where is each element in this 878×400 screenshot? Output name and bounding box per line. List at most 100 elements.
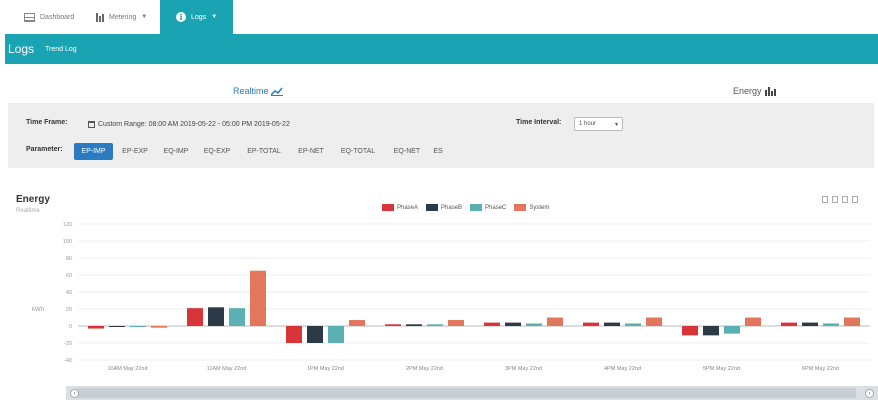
bar xyxy=(682,326,698,336)
bar-chart-icon xyxy=(764,86,776,96)
param-ep-imp[interactable]: EP-IMP xyxy=(74,143,113,160)
scroll-right-handle[interactable]: › xyxy=(865,389,874,398)
realtime-tab[interactable]: Realtime xyxy=(233,86,283,96)
energy-tab[interactable]: Energy xyxy=(733,86,776,96)
bar xyxy=(427,324,443,326)
y-tick-label: 120 xyxy=(63,222,72,228)
x-tick-label: 1PM May 22nd xyxy=(307,366,344,372)
legend-swatch xyxy=(514,204,527,211)
bar xyxy=(781,322,797,326)
legend-label: PhaseC xyxy=(485,204,507,211)
x-tick-label: 5PM May 22nd xyxy=(703,366,740,372)
bar xyxy=(844,317,860,326)
y-tick-label: 20 xyxy=(66,307,72,313)
bar xyxy=(250,270,266,326)
page-header: Logs Trend Log xyxy=(5,34,878,64)
date-range-text: Custom Range: 08:00 AM 2019-05-22 - 05:0… xyxy=(98,121,290,128)
bar xyxy=(307,326,323,343)
energy-bar-chart: -40 -20 0 20 40 60 80 100 120 kWh 10AM May 22nd 11A… xyxy=(32,222,870,372)
bar xyxy=(745,317,761,326)
legend-item[interactable]: System xyxy=(514,204,549,211)
legend-item[interactable]: PhaseA xyxy=(382,204,418,211)
breadcrumb[interactable]: Trend Log xyxy=(45,46,77,53)
param-eq-exp[interactable]: EQ-EXP xyxy=(199,143,235,160)
tab-logs-label: Logs xyxy=(191,13,207,21)
x-tick-label: 4PM May 22nd xyxy=(604,366,641,372)
bar xyxy=(583,322,599,326)
y-tick-label: 0 xyxy=(69,324,72,330)
bar xyxy=(526,323,542,326)
bar xyxy=(109,326,125,327)
bar xyxy=(328,326,344,343)
y-tick-label: -20 xyxy=(64,341,72,347)
legend-label: PhaseA xyxy=(397,204,419,211)
legend-label: System xyxy=(529,204,550,211)
bar xyxy=(406,324,422,326)
chevron-down-icon: ▼ xyxy=(141,14,148,20)
bar xyxy=(703,326,719,336)
date-range-picker[interactable]: Custom Range: 08:00 AM 2019-05-22 - 05:0… xyxy=(88,121,290,128)
tab-dashboard[interactable]: Dashboard xyxy=(24,0,74,34)
line-chart-icon xyxy=(270,87,283,96)
bar xyxy=(646,317,662,326)
chart-zoom-scrollbar[interactable]: ‹ › xyxy=(66,386,878,400)
time-interval-label: Time Interval: xyxy=(516,119,562,126)
chart-subtitle: Realtime xyxy=(16,208,40,214)
bar xyxy=(88,326,104,329)
x-tick-label: 2PM May 22nd xyxy=(406,366,443,372)
tab-metering[interactable]: Metering ▼ xyxy=(96,0,147,34)
interval-value: 1 hour xyxy=(579,121,597,127)
param-ep-net[interactable]: EP-NET xyxy=(291,143,331,160)
bar xyxy=(484,322,500,326)
bar xyxy=(349,320,365,326)
param-es[interactable]: ES xyxy=(429,143,447,160)
param-eq-imp[interactable]: EQ-IMP xyxy=(158,143,194,160)
chevron-down-icon: ▼ xyxy=(211,14,218,20)
calendar-icon xyxy=(88,121,95,128)
param-eq-total[interactable]: EQ-TOTAL xyxy=(335,143,381,160)
legend-swatch xyxy=(470,204,483,211)
legend-item[interactable]: PhaseB xyxy=(426,204,462,211)
y-tick-label: -40 xyxy=(64,358,72,364)
bar xyxy=(505,322,521,326)
refresh-icon[interactable] xyxy=(842,196,848,203)
param-eq-net[interactable]: EQ-NET xyxy=(387,143,427,160)
bar xyxy=(448,320,464,326)
param-ep-exp[interactable]: EP-EXP xyxy=(117,143,153,160)
y-tick-label: 80 xyxy=(66,256,72,262)
legend-swatch xyxy=(426,204,439,211)
y-tick-label: 60 xyxy=(66,273,72,279)
x-tick-label: 3PM May 22nd xyxy=(505,366,542,372)
bar xyxy=(802,322,818,326)
chevron-down-icon: ▾ xyxy=(614,121,618,128)
bar xyxy=(286,326,302,343)
param-ep-total[interactable]: EP-TOTAL xyxy=(241,143,287,160)
bar xyxy=(547,317,563,326)
scroll-left-handle[interactable]: ‹ xyxy=(70,389,79,398)
bar xyxy=(823,323,839,326)
scrollbar-thumb[interactable] xyxy=(76,388,856,398)
info-icon: i xyxy=(176,12,186,22)
bar xyxy=(385,324,401,326)
parameter-label: Parameter: xyxy=(26,146,63,153)
time-frame-label: Time Frame: xyxy=(26,119,68,126)
x-tick-label: 10AM May 22nd xyxy=(107,366,147,372)
tab-logs[interactable]: i Logs ▼ xyxy=(160,0,233,34)
bar xyxy=(187,308,203,326)
top-nav: Dashboard Metering ▼ i Logs ▼ xyxy=(0,0,878,34)
bar xyxy=(604,322,620,326)
bar xyxy=(151,326,167,328)
chart-title: Energy xyxy=(16,194,50,205)
grid-icon xyxy=(24,12,35,22)
bar-chart-icon xyxy=(96,12,104,22)
data-view-icon[interactable] xyxy=(832,196,838,203)
chart-toolbar xyxy=(822,196,858,203)
save-icon[interactable] xyxy=(822,196,828,203)
tab-dashboard-label: Dashboard xyxy=(40,13,75,21)
page-title: Logs xyxy=(8,42,35,56)
bar xyxy=(625,323,641,326)
legend-label: PhaseB xyxy=(441,204,463,211)
download-icon[interactable] xyxy=(852,196,858,203)
interval-select[interactable]: 1 hour ▾ xyxy=(574,117,623,131)
legend-item[interactable]: PhaseC xyxy=(470,204,506,211)
